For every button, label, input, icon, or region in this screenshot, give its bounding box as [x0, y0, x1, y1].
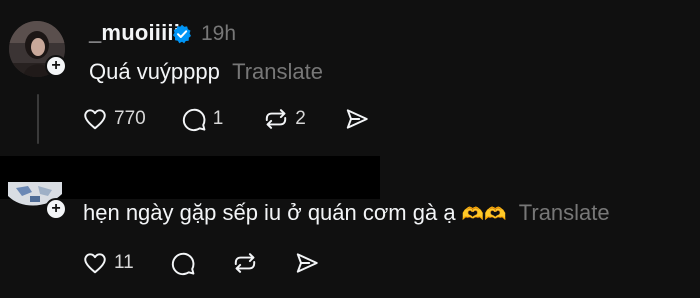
- comment-icon: [171, 252, 195, 276]
- like-count: 11: [114, 252, 134, 273]
- action-bar: 11: [82, 250, 320, 276]
- follow-plus-icon[interactable]: +: [45, 198, 67, 220]
- post-body: hẹn ngày gặp sếp iu ở quán cơm gà ạ: [83, 200, 456, 225]
- reply-count: 1: [212, 108, 224, 129]
- repost-icon: [234, 253, 255, 273]
- repost-button[interactable]: [232, 250, 258, 276]
- post-text: Quá vuýpppp Translate: [89, 59, 323, 85]
- like-count: 770: [114, 108, 146, 129]
- send-icon: [346, 109, 368, 129]
- like-button[interactable]: 770: [82, 106, 146, 132]
- thread-line: [37, 94, 39, 144]
- heart-icon: [84, 109, 106, 130]
- repost-button[interactable]: 2: [263, 106, 306, 132]
- reply-button[interactable]: [170, 250, 196, 276]
- post-1: + _muoiiiii 19h Quá vuýpppp Translate 77…: [0, 0, 700, 160]
- reply-button[interactable]: 1: [181, 106, 224, 132]
- share-button[interactable]: [344, 106, 370, 132]
- share-button[interactable]: [294, 250, 320, 276]
- post-body: Quá vuýpppp: [89, 59, 220, 84]
- repost-icon: [266, 109, 287, 129]
- like-button[interactable]: 11: [82, 250, 134, 276]
- repost-count: 2: [295, 108, 306, 129]
- post-time: 19h: [201, 22, 237, 45]
- send-icon: [296, 253, 318, 273]
- username[interactable]: _muoiiiii: [89, 20, 180, 46]
- verified-badge-icon: [173, 24, 191, 44]
- emoji-heart-hands: 🫶🫶: [461, 204, 507, 224]
- action-bar: 770 1 2: [82, 106, 370, 132]
- translate-link[interactable]: Translate: [519, 200, 610, 225]
- heart-icon: [84, 253, 106, 274]
- translate-link[interactable]: Translate: [232, 59, 323, 84]
- comment-icon: [182, 108, 206, 132]
- follow-plus-icon[interactable]: +: [45, 55, 67, 77]
- post-text: hẹn ngày gặp sếp iu ở quán cơm gà ạ 🫶🫶 T…: [83, 200, 610, 226]
